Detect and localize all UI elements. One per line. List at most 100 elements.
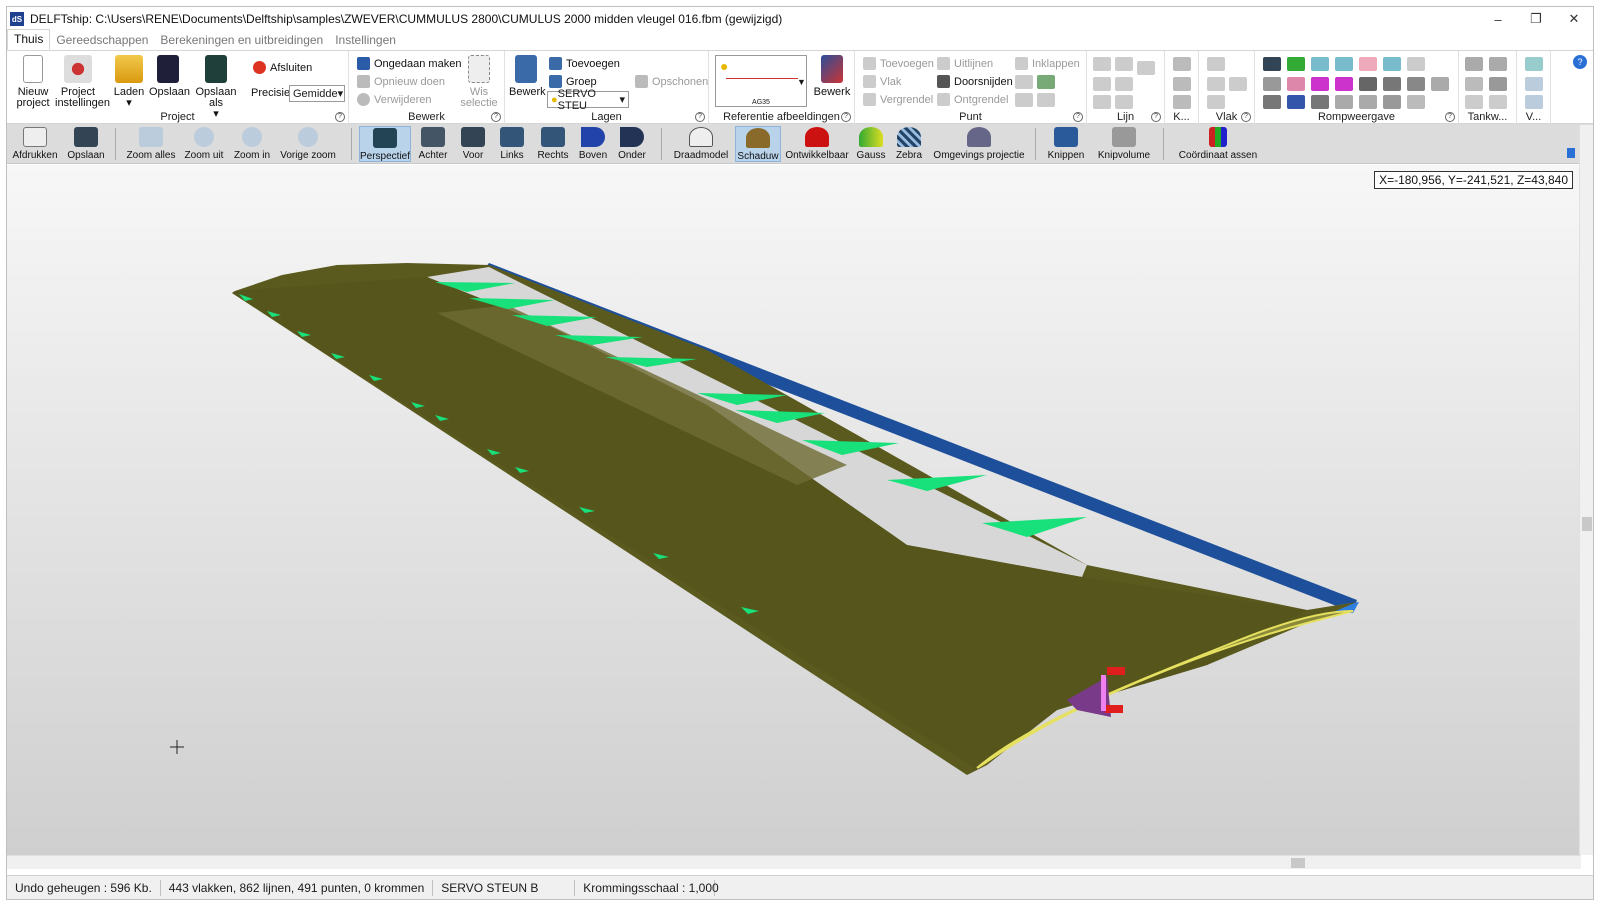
back-view-button[interactable]: Achter [413, 126, 453, 162]
tab-thuis[interactable]: Thuis [7, 29, 51, 50]
line-tool-icon[interactable] [1093, 77, 1111, 91]
pin-icon[interactable] [1567, 148, 1575, 158]
curve-tool-icon[interactable] [1173, 77, 1191, 91]
view-tool-icon[interactable] [1525, 77, 1543, 91]
tab-berekeningen[interactable]: Berekeningen en uitbreidingen [154, 31, 329, 50]
line-tool-icon[interactable] [1115, 95, 1133, 109]
point-collapse-button[interactable]: Inklappen [1015, 57, 1080, 70]
clear-selection-button[interactable]: Wis selectie [459, 55, 499, 109]
minimize-button[interactable]: – [1479, 7, 1517, 31]
curve-tool-icon[interactable] [1173, 57, 1191, 71]
toolbar-save-button[interactable]: Opslaan [63, 126, 109, 162]
point-unlock-button[interactable]: Ontgrendel [937, 93, 1008, 106]
tank-tool-icon[interactable] [1489, 57, 1507, 71]
hull-view-icon[interactable] [1263, 95, 1281, 109]
hull-view-icon[interactable] [1287, 95, 1305, 109]
hull-view-icon[interactable] [1383, 57, 1401, 71]
point-tool-icon[interactable] [1037, 93, 1055, 107]
developable-button[interactable]: Ontwikkelbaar [783, 126, 851, 162]
redo-button[interactable]: Opnieuw doen [357, 75, 445, 88]
hull-view-icon[interactable] [1335, 57, 1353, 71]
help-icon[interactable]: ? [491, 112, 501, 122]
face-tool-icon[interactable] [1207, 95, 1225, 109]
top-view-button[interactable]: Boven [575, 126, 611, 162]
reference-preview[interactable]: ● AG35 [715, 55, 807, 107]
add-layer-button[interactable]: Toevoegen [549, 57, 620, 70]
hull-view-icon[interactable] [1287, 57, 1305, 71]
line-tool-icon[interactable] [1137, 61, 1155, 75]
zoom-all-button[interactable]: Zoom alles [123, 126, 179, 162]
point-tool-icon[interactable] [1015, 75, 1033, 89]
close-project-button[interactable]: Afsluiten [253, 61, 312, 74]
tank-tool-icon[interactable] [1489, 77, 1507, 91]
save-button-ribbon[interactable]: Opslaan [149, 55, 190, 98]
front-view-button[interactable]: Voor [455, 126, 491, 162]
close-button[interactable]: ✕ [1555, 7, 1593, 31]
environment-projection-button[interactable]: Omgevings projectie [929, 126, 1029, 162]
view-tool-icon[interactable] [1525, 95, 1543, 109]
new-project-button[interactable]: Nieuw project [13, 55, 53, 109]
tank-tool-icon[interactable] [1465, 77, 1483, 91]
bottom-view-button[interactable]: Onder [613, 126, 651, 162]
zoom-out-button[interactable]: Zoom uit [181, 126, 227, 162]
help-icon[interactable]: ? [1073, 112, 1083, 122]
hull-view-icon[interactable] [1263, 57, 1281, 71]
hull-view-icon[interactable] [1311, 57, 1329, 71]
print-button[interactable]: Afdrukken [9, 126, 61, 162]
restore-button[interactable]: ❐ [1517, 7, 1555, 31]
layers-edit-button[interactable]: Bewerk [509, 55, 546, 98]
point-add-button[interactable]: Toevoegen [863, 57, 934, 70]
zebra-button[interactable]: Zebra [891, 126, 927, 162]
point-plane-button[interactable]: Vlak [863, 75, 901, 88]
hull-view-icon[interactable] [1311, 77, 1329, 91]
line-tool-icon[interactable] [1093, 95, 1111, 109]
zoom-in-button[interactable]: Zoom in [229, 126, 275, 162]
point-align-button[interactable]: Uitlijnen [937, 57, 993, 70]
active-layer-select[interactable]: ● SERVO STEU ▾ [547, 88, 629, 112]
perspective-button[interactable]: Perspectief [359, 126, 411, 162]
hull-view-icon[interactable] [1311, 95, 1329, 109]
load-button[interactable]: Laden ▾ [111, 55, 147, 109]
curve-tool-icon[interactable] [1173, 95, 1191, 109]
hull-view-icon[interactable] [1383, 77, 1401, 91]
point-intersect-button[interactable]: Doorsnijden [937, 75, 1013, 88]
undo-button[interactable]: Ongedaan maken [357, 57, 461, 70]
left-view-button[interactable]: Links [493, 126, 531, 162]
tank-tool-icon[interactable] [1489, 95, 1507, 109]
group-layer-button[interactable]: Groep [549, 75, 597, 88]
help-icon[interactable]: ? [1151, 112, 1161, 122]
line-tool-icon[interactable] [1115, 77, 1133, 91]
hull-view-icon[interactable] [1359, 77, 1377, 91]
face-tool-icon[interactable] [1207, 57, 1225, 71]
vertical-scrollbar[interactable] [1579, 125, 1593, 855]
point-tool-icon[interactable] [1015, 93, 1033, 107]
clean-layers-button[interactable]: Opschonen [635, 75, 708, 88]
hull-view-icon[interactable] [1407, 95, 1425, 109]
vertical-scroll-thumb[interactable] [1582, 517, 1592, 531]
tab-instellingen[interactable]: Instellingen [329, 31, 402, 50]
help-icon[interactable]: ? [1241, 112, 1251, 122]
view-tool-icon[interactable] [1525, 57, 1543, 71]
horizontal-scroll-thumb[interactable] [1291, 858, 1305, 868]
tank-tool-icon[interactable] [1465, 57, 1483, 71]
point-lock-button[interactable]: Vergrendel [863, 93, 933, 106]
help-icon[interactable]: ? [841, 112, 851, 122]
delete-button[interactable]: Verwijderen [357, 93, 431, 106]
point-snap-icon[interactable] [1037, 75, 1055, 89]
hull-view-icon[interactable] [1335, 77, 1353, 91]
hull-view-icon[interactable] [1383, 95, 1401, 109]
hull-view-icon[interactable] [1287, 77, 1305, 91]
face-tool-icon[interactable] [1229, 77, 1247, 91]
previous-zoom-button[interactable]: Vorige zoom [277, 126, 339, 162]
help-info-icon[interactable]: ? [1573, 55, 1587, 69]
help-icon[interactable]: ? [335, 112, 345, 122]
hull-view-icon[interactable] [1407, 57, 1425, 71]
horizontal-scrollbar[interactable] [7, 855, 1581, 869]
coordinate-axes-button[interactable]: Coördinaat assen [1171, 126, 1265, 162]
right-view-button[interactable]: Rechts [533, 126, 573, 162]
help-icon[interactable]: ? [1445, 112, 1455, 122]
line-tool-icon[interactable] [1115, 57, 1133, 71]
tank-tool-icon[interactable] [1465, 95, 1483, 109]
hull-view-icon[interactable] [1407, 77, 1425, 91]
hull-view-icon[interactable] [1359, 95, 1377, 109]
